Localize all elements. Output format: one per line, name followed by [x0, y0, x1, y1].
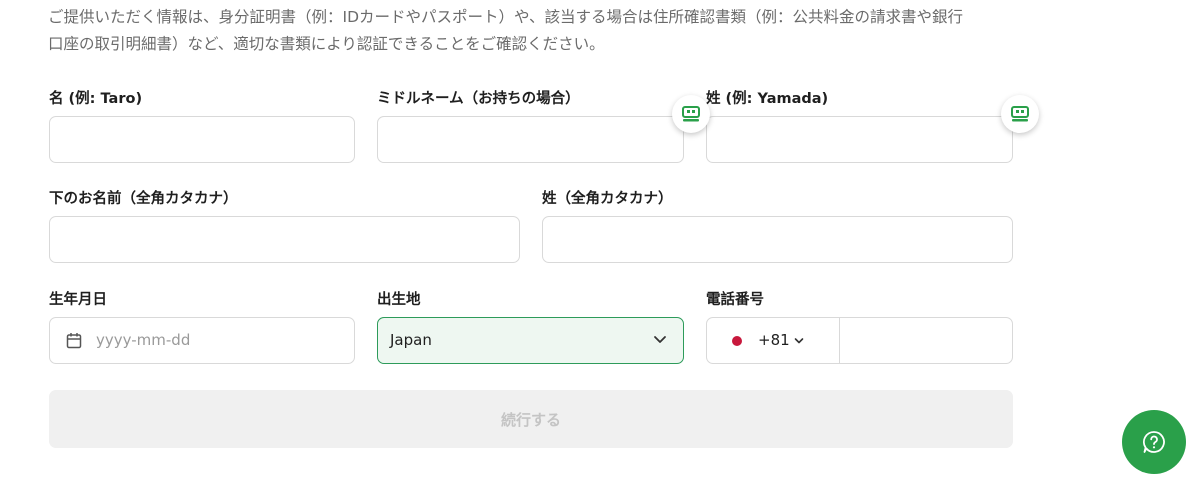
last-name-input[interactable] — [706, 116, 1013, 163]
dob-label: 生年月日 — [49, 292, 107, 308]
last-name-kana-input[interactable] — [542, 216, 1013, 263]
phone-country-code-select[interactable]: +81 — [707, 318, 840, 363]
help-chat-button[interactable] — [1122, 410, 1186, 474]
identity-form-page: ご提供いただく情報は、身分証明書（例：IDカードやパスポート）や、該当する場合は… — [0, 0, 1200, 485]
last-name-label: 姓 (例: Yamada) — [706, 91, 829, 107]
chevron-down-icon — [654, 336, 666, 343]
last-name-kana-label: 姓（全角カタカナ） — [542, 191, 673, 207]
japan-flag-icon — [732, 336, 742, 346]
middle-name-input[interactable] — [377, 116, 684, 163]
first-name-label: 名 (例: Taro) — [49, 91, 143, 107]
help-chat-icon — [1143, 431, 1165, 453]
phone-number-input[interactable] — [840, 318, 1012, 363]
phone-label: 電話番号 — [706, 292, 764, 308]
birthplace-value: Japan — [390, 331, 432, 349]
autofill-card-icon[interactable] — [1001, 95, 1039, 133]
continue-button[interactable]: 続行する — [49, 390, 1013, 448]
dob-placeholder: yyyy-mm-dd — [96, 331, 191, 349]
phone-country-code: +81 — [758, 331, 790, 349]
calendar-icon — [66, 333, 82, 349]
first-name-input[interactable] — [49, 116, 355, 163]
first-name-kana-input[interactable] — [49, 216, 520, 263]
autofill-card-icon[interactable] — [672, 95, 710, 133]
birthplace-label: 出生地 — [377, 292, 421, 308]
chevron-down-icon — [794, 338, 804, 344]
autofill-card-icon-glyph — [1011, 106, 1029, 122]
intro-line-1: ご提供いただく情報は、身分証明書（例：IDカードやパスポート）や、該当する場合は… — [48, 8, 964, 26]
birthplace-select[interactable]: Japan — [377, 317, 684, 364]
intro-text: ご提供いただく情報は、身分証明書（例：IDカードやパスポート）や、該当する場合は… — [48, 4, 1028, 58]
phone-field-group: +81 — [706, 317, 1013, 364]
autofill-card-icon-glyph — [682, 106, 700, 122]
middle-name-label: ミドルネーム（お持ちの場合） — [377, 91, 580, 107]
first-name-kana-label: 下のお名前（全角カタカナ） — [49, 191, 238, 207]
dob-input[interactable]: yyyy-mm-dd — [49, 317, 355, 364]
intro-line-2: 口座の取引明細書）など、適切な書類により認証できることをご確認ください。 — [48, 35, 605, 53]
